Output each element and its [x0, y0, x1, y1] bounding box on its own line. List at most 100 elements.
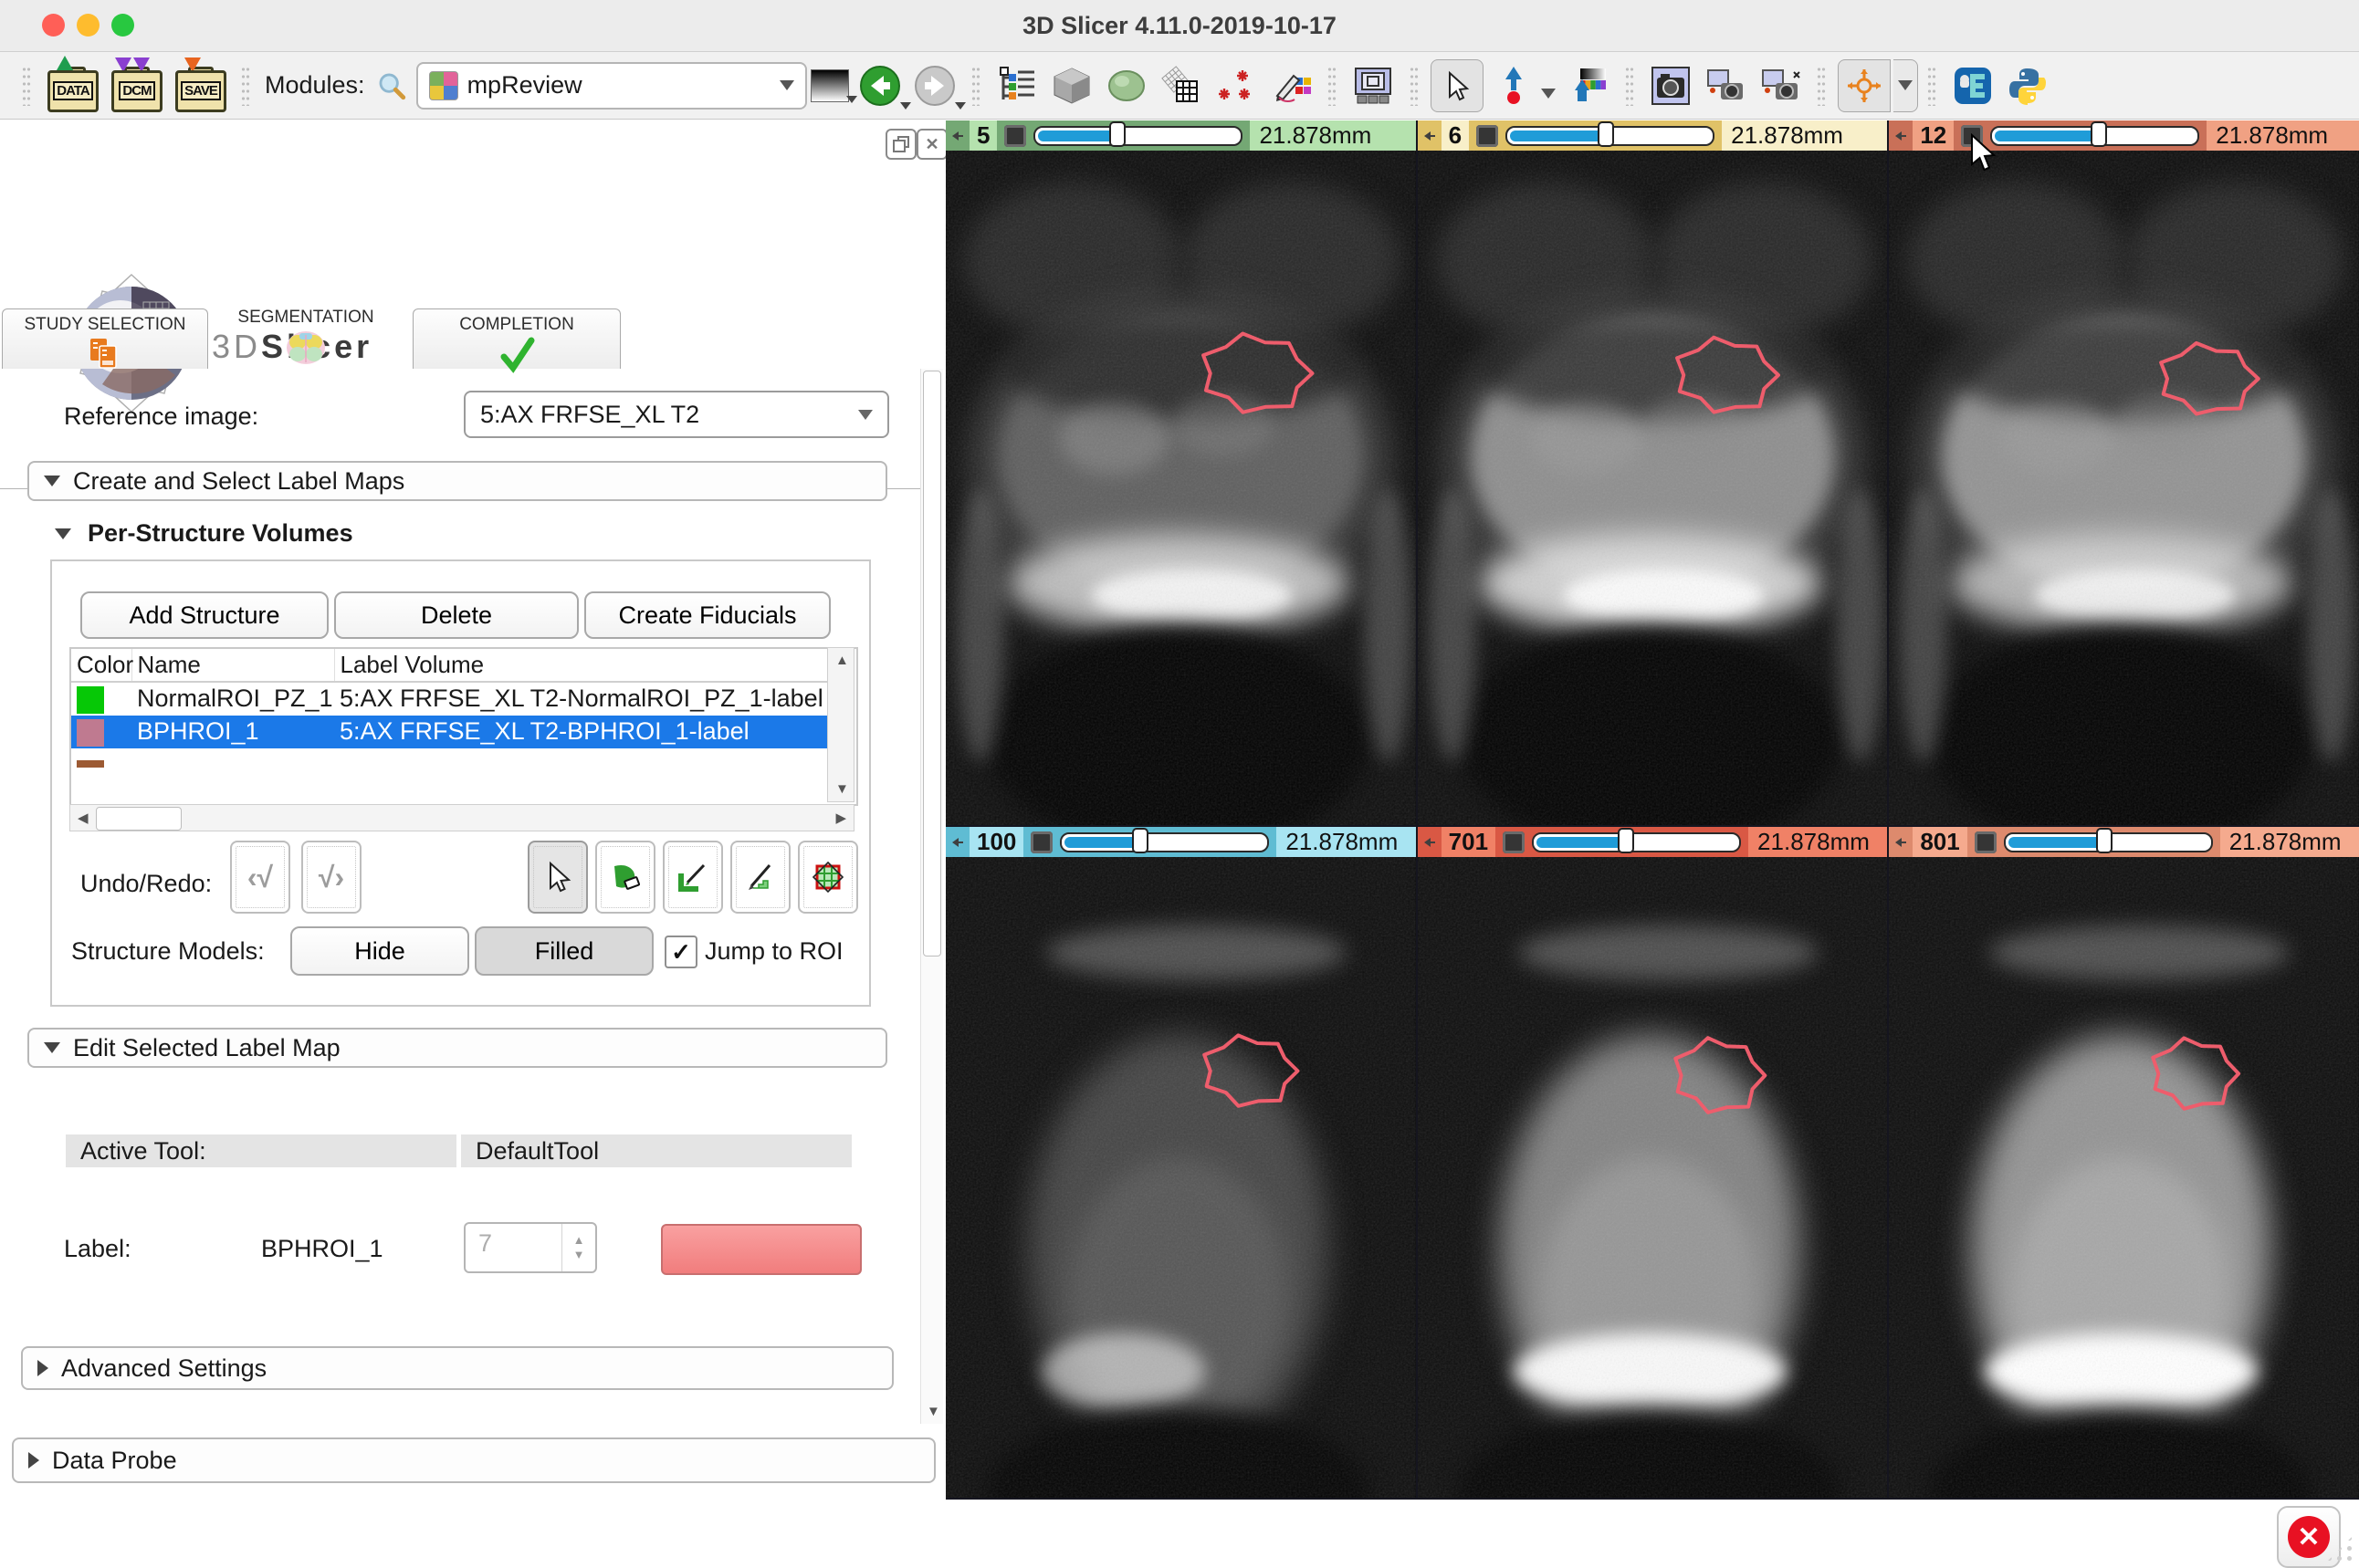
- create-fiducials-button[interactable]: Create Fiducials: [584, 591, 831, 639]
- undo-button[interactable]: ‹√: [230, 841, 290, 914]
- slice-menu-icon[interactable]: [1004, 125, 1026, 147]
- forward-button[interactable]: [913, 64, 957, 108]
- table-vscrollbar[interactable]: ▲ ▼: [827, 647, 854, 802]
- slice-menu-icon[interactable]: [1031, 831, 1053, 853]
- slider-handle[interactable]: [2096, 828, 2113, 853]
- table-row-partial[interactable]: [71, 748, 827, 777]
- slider-handle[interactable]: [1598, 121, 1614, 147]
- collapse-caret-icon[interactable]: [55, 528, 71, 539]
- slice-menu-icon[interactable]: [1476, 125, 1498, 147]
- panel-close-button[interactable]: ✕: [917, 129, 948, 160]
- slice-controller-bar: 100 21.878mm: [946, 827, 1416, 857]
- tool-grow-cut-button[interactable]: [798, 841, 858, 914]
- scene-view-capture-icon[interactable]: [1703, 63, 1748, 109]
- section-data-probe[interactable]: Data Probe: [12, 1437, 936, 1483]
- slider-handle[interactable]: [1618, 828, 1634, 853]
- paint-icon: [744, 861, 777, 894]
- mouse-interaction-button[interactable]: [1431, 59, 1484, 112]
- eraser-icon: [609, 861, 642, 894]
- markups-fiducials-icon[interactable]: [1213, 63, 1259, 109]
- section-create-select-label-maps[interactable]: Create and Select Label Maps: [27, 461, 887, 501]
- hide-button[interactable]: Hide: [290, 926, 469, 976]
- panel-scrollbar[interactable]: ▼: [920, 369, 943, 1424]
- module-search-icon[interactable]: [376, 70, 407, 101]
- slice-menu-icon[interactable]: [1503, 831, 1525, 853]
- hscroll-thumb[interactable]: [96, 807, 182, 831]
- module-list-icon[interactable]: [994, 63, 1040, 109]
- mri-image[interactable]: [1418, 151, 1888, 825]
- tool-draw-button[interactable]: [663, 841, 723, 914]
- mri-image[interactable]: [1889, 857, 2359, 1498]
- redo-button[interactable]: √›: [301, 841, 362, 914]
- slice-slider[interactable]: [1033, 126, 1242, 146]
- slice-slider[interactable]: [1505, 126, 1714, 146]
- pin-icon[interactable]: [1418, 835, 1442, 850]
- panel-scroll-thumb[interactable]: [923, 371, 941, 956]
- segmentation-icon: [285, 329, 327, 366]
- tool-erase-button[interactable]: [595, 841, 655, 914]
- slice-slider[interactable]: [2004, 832, 2213, 852]
- slider-handle[interactable]: [1109, 121, 1126, 147]
- panel-float-button[interactable]: [886, 129, 917, 160]
- section-advanced-settings[interactable]: Advanced Settings: [21, 1346, 894, 1390]
- slice-scale-label: 21.878mm: [1722, 120, 1887, 151]
- tab-segmentation[interactable]: SEGMENTATION: [234, 302, 378, 362]
- slider-handle[interactable]: [1132, 828, 1148, 853]
- slice-slider[interactable]: [1060, 832, 1269, 852]
- spinbox-arrows[interactable]: ▲▼: [561, 1224, 595, 1271]
- editor-pencil-icon[interactable]: [1268, 63, 1314, 109]
- slice-viewport-6: 801 21.878mm: [1889, 827, 2359, 1498]
- pin-icon[interactable]: [946, 835, 970, 850]
- slice-viewport-3: 12 21.878mm: [1889, 120, 2359, 825]
- pin-icon[interactable]: [946, 129, 970, 143]
- mri-image[interactable]: [1418, 857, 1888, 1498]
- module-selector-combobox[interactable]: mpReview: [416, 62, 807, 110]
- label-color-swatch[interactable]: [661, 1224, 862, 1275]
- tool-paint-button[interactable]: [730, 841, 791, 914]
- module-history-button[interactable]: [811, 69, 849, 102]
- window-level-icon[interactable]: [1566, 63, 1611, 109]
- dicom-button[interactable]: DCM: [110, 57, 163, 114]
- jump-to-roi-label: Jump to ROI: [705, 937, 844, 966]
- layout-selector-icon[interactable]: [1350, 63, 1396, 109]
- label-value-spinbox[interactable]: 7 ▲▼: [464, 1222, 597, 1273]
- slice-slider[interactable]: [1532, 832, 1741, 852]
- crosshair-button[interactable]: [1838, 59, 1891, 112]
- add-structure-button[interactable]: Add Structure: [80, 591, 329, 639]
- toolbar-separator: [241, 66, 250, 106]
- crosshair-menu-button[interactable]: [1893, 59, 1918, 112]
- table-row-selected[interactable]: BPHROI_1 5:AX FRFSE_XL T2-BPHROI_1-label: [71, 716, 827, 748]
- volume-cube-icon[interactable]: [1049, 63, 1095, 109]
- pin-icon[interactable]: [1889, 129, 1913, 143]
- mri-image[interactable]: [1889, 151, 2359, 825]
- slice-slider[interactable]: [1990, 126, 2199, 146]
- chevron-down-icon[interactable]: [1541, 89, 1556, 99]
- mri-image[interactable]: [946, 151, 1416, 825]
- scene-view-restore-icon[interactable]: [1757, 63, 1803, 109]
- pin-icon[interactable]: [1889, 835, 1913, 850]
- load-data-button[interactable]: DATA: [46, 57, 99, 114]
- table-hscrollbar[interactable]: ◀ ▶: [69, 804, 854, 831]
- filled-button[interactable]: Filled: [475, 926, 654, 976]
- mri-image[interactable]: [946, 857, 1416, 1498]
- table-row[interactable]: NormalROI_PZ_1 5:AX FRFSE_XL T2-NormalRO…: [71, 682, 827, 716]
- screenshot-icon[interactable]: [1648, 63, 1693, 109]
- extensions-manager-icon[interactable]: [1950, 63, 1996, 109]
- back-button[interactable]: [858, 64, 902, 108]
- slice-menu-icon[interactable]: [1975, 831, 1997, 853]
- tab-study-selection[interactable]: STUDY SELECTION: [2, 308, 208, 369]
- place-fiducial-icon[interactable]: [1491, 63, 1536, 109]
- save-button[interactable]: SAVE: [173, 57, 226, 114]
- pin-icon[interactable]: [1418, 129, 1442, 143]
- python-console-icon[interactable]: [2005, 63, 2050, 109]
- section-edit-selected-label-map[interactable]: Edit Selected Label Map: [27, 1028, 887, 1068]
- reference-image-combobox[interactable]: 5:AX FRFSE_XL T2: [464, 391, 889, 438]
- chevron-down-icon: [858, 410, 873, 420]
- model-sphere-icon[interactable]: [1104, 63, 1149, 109]
- slider-handle[interactable]: [2091, 121, 2107, 147]
- transform-grid-icon[interactable]: [1159, 63, 1204, 109]
- delete-button[interactable]: Delete: [334, 591, 579, 639]
- tool-default-cursor-button[interactable]: [528, 841, 588, 914]
- tab-completion[interactable]: COMPLETION: [413, 308, 621, 369]
- jump-to-roi-checkbox[interactable]: ✓: [665, 936, 697, 968]
